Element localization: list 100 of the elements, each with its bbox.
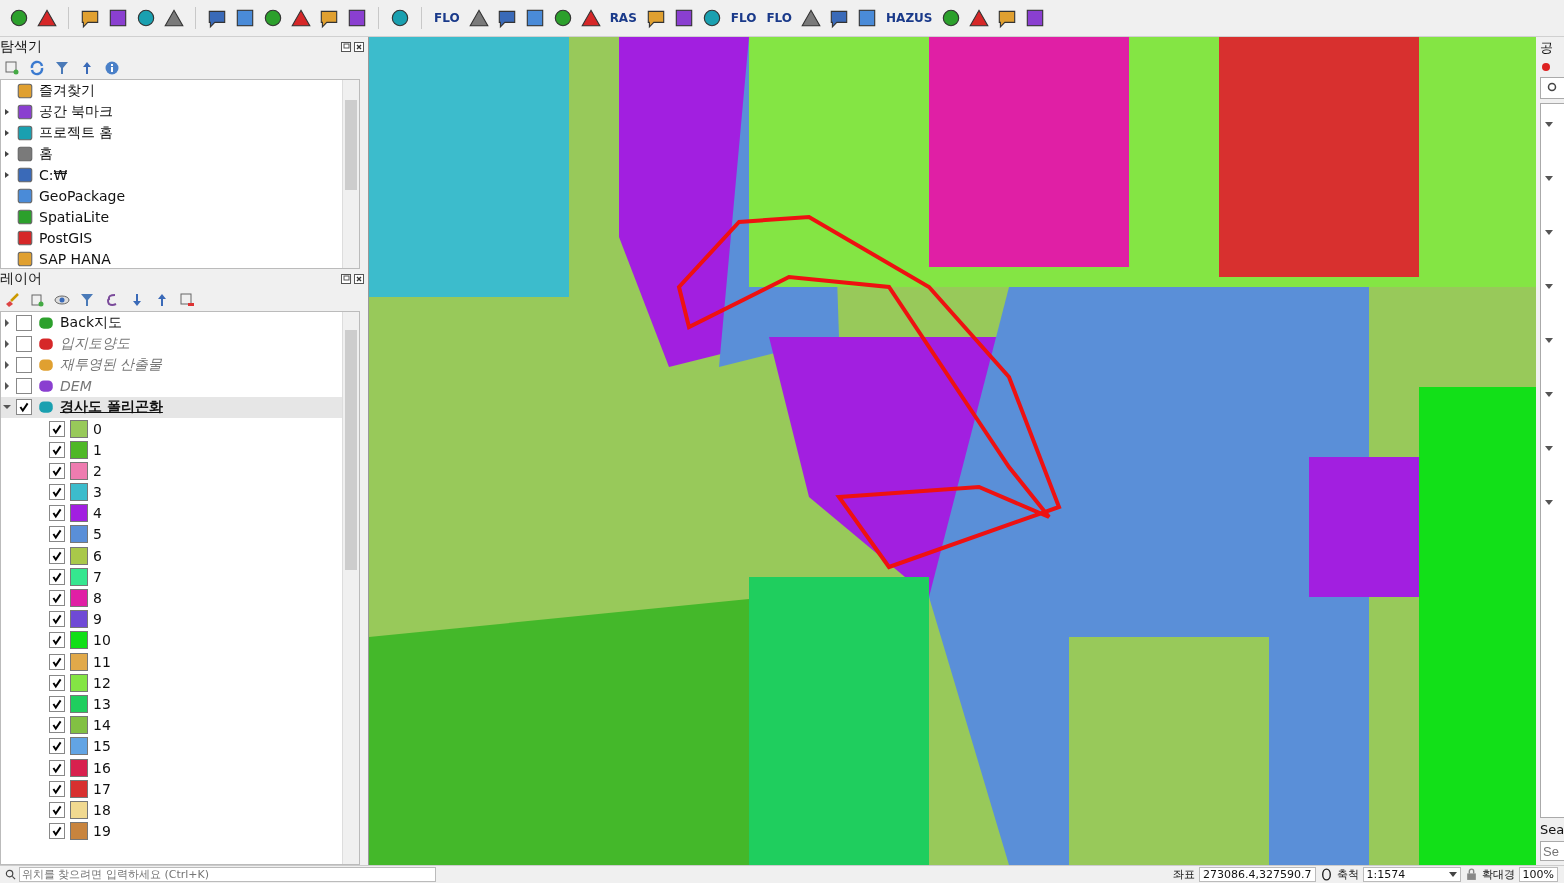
checkbox[interactable] (49, 653, 65, 670)
legend-item[interactable]: 9 (1, 608, 342, 630)
toolbar-button[interactable]: FLO (432, 11, 462, 25)
expand-arrow-icon[interactable] (3, 149, 11, 158)
layer-item[interactable]: 재투영된 산출물 (1, 354, 342, 376)
checkbox[interactable] (49, 695, 65, 712)
browser-item[interactable]: 프로젝트 홈 (1, 122, 342, 143)
collapse-arrow-icon[interactable] (1545, 176, 1553, 182)
refresh-icon[interactable] (29, 60, 45, 76)
collapse-arrow-icon[interactable] (1545, 392, 1553, 398)
close-icon[interactable] (354, 274, 364, 284)
collapse-arrow-icon[interactable] (1545, 338, 1553, 344)
checkbox[interactable] (49, 484, 65, 501)
scale-field[interactable]: 1:1574 (1362, 867, 1461, 882)
collapse-arrow-icon[interactable] (1545, 500, 1553, 506)
checkbox[interactable] (49, 674, 65, 691)
checkbox[interactable] (49, 568, 65, 585)
checkbox[interactable] (49, 505, 65, 522)
expand-arrow-icon[interactable] (3, 107, 11, 116)
checkbox[interactable] (49, 526, 65, 543)
coordinate-field[interactable]: 273086.4,327590.7 (1199, 867, 1316, 882)
legend-item[interactable]: 13 (1, 693, 342, 715)
legend-item[interactable]: 12 (1, 672, 342, 694)
collapse-arrow-icon[interactable] (1545, 284, 1553, 290)
checkbox[interactable] (49, 462, 65, 479)
mouse-icon[interactable] (1319, 868, 1333, 881)
checkbox[interactable] (49, 590, 65, 607)
toolbar-button[interactable]: FLO (728, 11, 759, 25)
layer-item[interactable]: DEM (1, 375, 342, 397)
browser-item[interactable]: GeoPackage (1, 185, 342, 206)
search-field[interactable] (1540, 77, 1564, 99)
legend-item[interactable]: 4 (1, 502, 342, 524)
expand-arrow-icon[interactable] (3, 360, 11, 369)
checkbox[interactable] (49, 738, 65, 755)
expand-arrow-icon[interactable] (3, 318, 11, 327)
toolbar-button[interactable]: HAZUS (884, 11, 935, 25)
locator-field[interactable]: 위치를 찾으려면 입력하세요 (Ctrl+K) (19, 867, 436, 882)
expand-arrow-icon[interactable] (3, 382, 11, 391)
add-group-icon[interactable] (29, 292, 45, 308)
browser-item[interactable]: 홈 (1, 143, 342, 164)
legend-item[interactable]: 7 (1, 566, 342, 588)
legend-item[interactable]: 14 (1, 714, 342, 736)
checkbox[interactable] (49, 547, 65, 564)
checkbox[interactable] (49, 611, 65, 628)
expand-arrow-icon[interactable] (3, 128, 11, 137)
checkbox[interactable] (16, 314, 32, 331)
legend-item[interactable]: 18 (1, 799, 342, 821)
browser-item[interactable]: 즐겨찾기 (1, 80, 342, 101)
expand-arrow-icon[interactable] (3, 170, 11, 179)
legend-item[interactable]: 1 (1, 439, 342, 461)
legend-item[interactable]: 17 (1, 778, 342, 800)
browser-item[interactable]: SAP HANA (1, 248, 342, 268)
collapse-arrow-icon[interactable] (1545, 122, 1553, 128)
filter-icon[interactable] (54, 60, 70, 76)
collapse-arrow-icon[interactable] (1545, 230, 1553, 236)
checkbox[interactable] (49, 759, 65, 776)
dropdown-arrow-icon[interactable] (1448, 871, 1457, 878)
legend-item[interactable]: 19 (1, 820, 342, 842)
expand-arrow-icon[interactable] (3, 403, 11, 412)
checkbox[interactable] (49, 823, 65, 840)
layer-item[interactable]: 경사도 폴리곤화 (1, 396, 342, 418)
legend-item[interactable]: 6 (1, 545, 342, 567)
filter-icon[interactable] (79, 292, 95, 308)
brush-icon[interactable] (4, 292, 20, 308)
browser-item[interactable]: 공간 북마크 (1, 101, 342, 122)
add-icon[interactable] (4, 60, 20, 76)
checkbox[interactable] (49, 801, 65, 818)
checkbox[interactable] (16, 399, 32, 416)
checkbox[interactable] (49, 717, 65, 734)
eye-icon[interactable] (54, 292, 70, 308)
browser-item[interactable]: PostGIS (1, 227, 342, 248)
legend-item[interactable]: 16 (1, 756, 342, 779)
checkbox[interactable] (16, 378, 32, 395)
magnifier-field[interactable]: 100% (1518, 867, 1558, 882)
remove-layer-icon[interactable] (179, 292, 195, 308)
checkbox[interactable] (16, 356, 32, 373)
browser-item[interactable]: SpatiaLite (1, 206, 342, 227)
toolbar-button[interactable]: RAS (607, 11, 639, 25)
legend-item[interactable]: 8 (1, 587, 342, 609)
scrollbar[interactable] (342, 80, 359, 268)
legend-item[interactable]: 15 (1, 735, 342, 757)
legend-item[interactable]: 2 (1, 460, 342, 482)
legend-item[interactable]: 11 (1, 651, 342, 673)
close-icon[interactable] (354, 42, 364, 52)
layer-item[interactable]: 입지토양도 (1, 333, 342, 355)
checkbox[interactable] (49, 780, 65, 797)
checkbox[interactable] (49, 420, 65, 437)
expand-arrow-icon[interactable] (3, 339, 11, 348)
float-icon[interactable] (341, 274, 351, 284)
search-field[interactable]: Se (1540, 841, 1564, 861)
legend-item[interactable]: 0 (1, 417, 342, 440)
legend-item[interactable]: 10 (1, 629, 342, 651)
collapse-arrow-icon[interactable] (1545, 446, 1553, 452)
checkbox[interactable] (49, 441, 65, 458)
browser-item[interactable]: C:₩ (1, 164, 342, 185)
checkbox[interactable] (16, 335, 32, 352)
legend-item[interactable]: 5 (1, 523, 342, 546)
lock-icon[interactable] (1464, 868, 1478, 881)
checkbox[interactable] (49, 632, 65, 649)
legend-item[interactable]: 3 (1, 481, 342, 503)
